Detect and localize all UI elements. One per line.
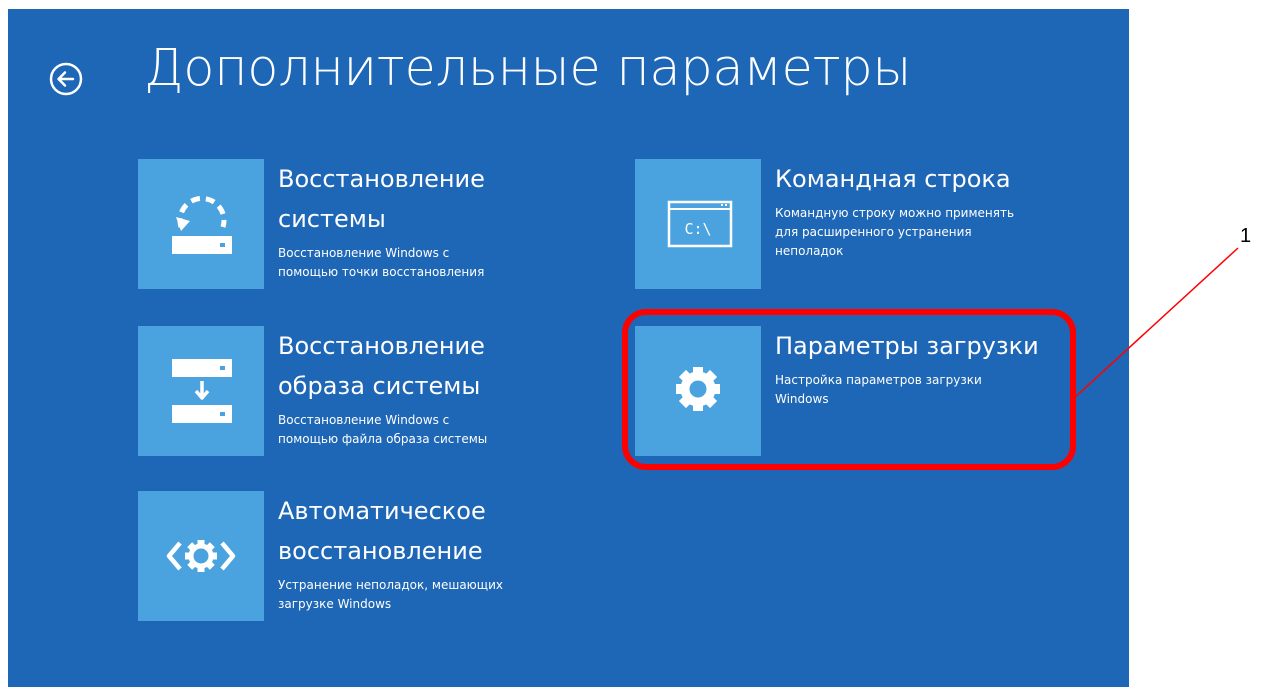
image-restore-icon <box>172 359 232 423</box>
tile-icon-box <box>138 491 264 621</box>
command-prompt-icon: C:\ <box>667 200 733 248</box>
tile-title: Восстановление <box>278 165 485 193</box>
tile-title: восстановление <box>278 537 483 565</box>
tile-title: системы <box>278 205 386 233</box>
back-button[interactable] <box>46 59 86 99</box>
tile-icon-box: C:\ <box>635 159 761 289</box>
tile-icon-box <box>138 159 264 289</box>
system-restore-icon <box>172 195 232 254</box>
tile-system-restore[interactable]: Восстановление системы Восстановление Wi… <box>138 159 618 289</box>
tile-description: помощью точки восстановления <box>278 265 485 279</box>
tile-command-prompt[interactable]: C:\ Командная строка Командную строку мо… <box>635 159 1115 289</box>
tile-description: Восстановление Windows с <box>278 413 450 427</box>
tile-title: Восстановление <box>278 332 485 360</box>
tile-description: Командную строку можно применять <box>775 206 1015 220</box>
tile-description: загрузке Windows <box>278 597 392 611</box>
arrow-left-circle-icon <box>49 62 83 96</box>
highlight-box <box>622 309 1076 470</box>
tile-description: для расширенного устранения <box>775 225 972 239</box>
command-prompt-icon-text: C:\ <box>684 220 711 238</box>
tile-title: Командная строка <box>775 165 1011 193</box>
tile-description: неполадок <box>775 244 844 258</box>
tile-automatic-repair[interactable]: Автоматическое восстановление Устранение… <box>138 491 618 621</box>
tile-description: Восстановление Windows с <box>278 246 450 260</box>
page-title: Дополнительные параметры <box>144 39 912 98</box>
tile-description: Устранение неполадок, мешающих <box>278 578 503 592</box>
tile-icon-box <box>138 326 264 456</box>
callout-label: 1 <box>1240 225 1252 247</box>
automatic-repair-icon <box>166 540 236 572</box>
tile-title: образа системы <box>278 372 481 400</box>
tile-title: Автоматическое <box>278 497 486 525</box>
tile-description: помощью файла образа системы <box>278 432 488 446</box>
tile-system-image-recovery[interactable]: Восстановление образа системы Восстановл… <box>138 326 618 456</box>
